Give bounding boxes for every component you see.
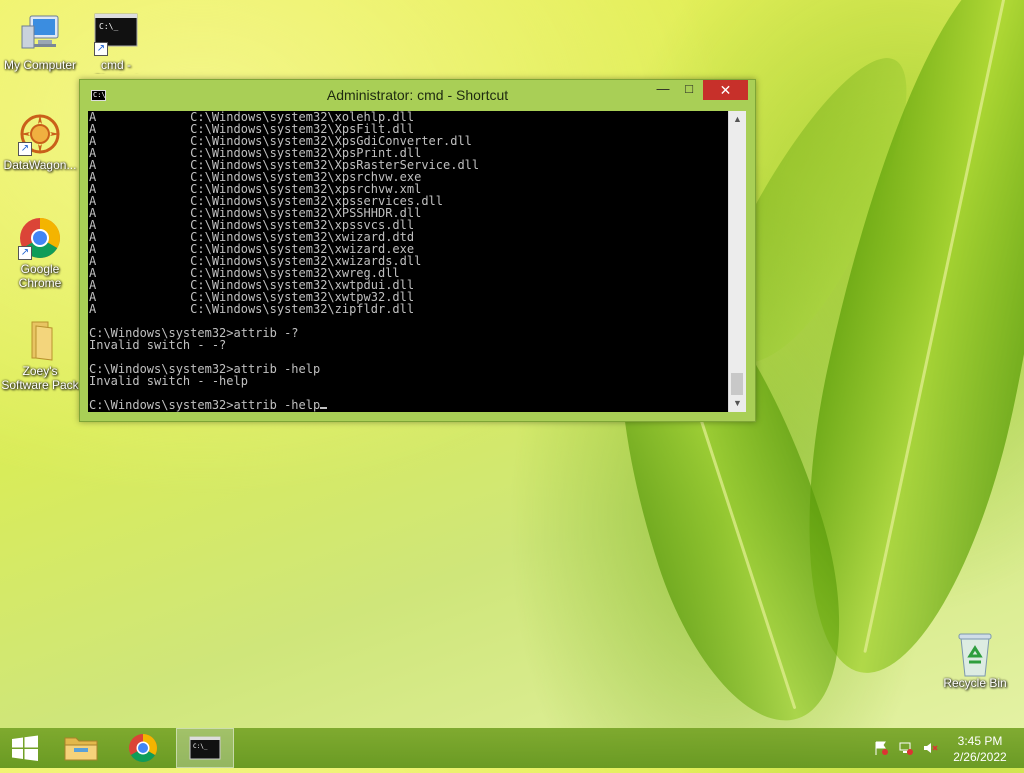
desktop-icon-label: Google Chrome — [18, 262, 62, 290]
svg-text:C:\_: C:\_ — [99, 22, 118, 31]
cmd-window[interactable]: C:\ Administrator: cmd - Shortcut — □ ✕ … — [79, 79, 756, 422]
console-output[interactable]: A C:\Windows\system32\xolehlp.dll A C:\W… — [88, 111, 728, 412]
clock-time: 3:45 PM — [957, 734, 1003, 748]
desktop-icon-google-chrome[interactable]: ↗ Google Chrome — [0, 216, 80, 290]
volume-muted-icon[interactable] — [922, 740, 938, 756]
window-titlebar[interactable]: C:\ Administrator: cmd - Shortcut — □ ✕ — [80, 80, 755, 110]
close-button[interactable]: ✕ — [703, 80, 748, 100]
folder-icon — [18, 318, 62, 362]
file-explorer-icon — [64, 737, 98, 761]
shortcut-arrow-icon: ↗ — [18, 142, 32, 156]
desktop-icon-recycle-bin[interactable]: Recycle Bin — [935, 630, 1015, 690]
windows-logo-icon — [12, 735, 38, 761]
taskbar-clock[interactable]: 3:45 PM 2/26/2022 — [950, 733, 1010, 765]
desktop-icon-my-computer[interactable]: My Computer — [0, 12, 80, 72]
cmd-icon: C:\_ — [189, 736, 221, 760]
taskbar-chrome[interactable] — [118, 728, 168, 768]
network-icon[interactable] — [898, 740, 914, 756]
minimize-button[interactable]: — — [650, 80, 676, 100]
recycle-bin-icon — [953, 630, 997, 677]
taskbar-cmd[interactable]: C:\_ — [176, 728, 234, 768]
desktop-icon-datawagon[interactable]: ↗ DataWagon... — [0, 112, 80, 172]
clock-date: 2/26/2022 — [953, 750, 1007, 764]
start-button[interactable] — [0, 728, 50, 768]
chrome-icon: ↗ — [18, 216, 62, 260]
cmd-icon: C:\_ ↗ — [94, 12, 138, 56]
taskbar-file-explorer[interactable] — [56, 728, 106, 768]
action-center-flag-icon[interactable] — [873, 740, 889, 756]
text-cursor — [320, 407, 328, 409]
console-text: A C:\Windows\system32\xolehlp.dll A C:\W… — [89, 111, 480, 412]
desktop-icon-label: My Computer — [3, 58, 77, 72]
datawagon-icon: ↗ — [18, 112, 62, 156]
scroll-up-arrow-icon[interactable]: ▲ — [729, 111, 746, 128]
scrollbar-thumb[interactable] — [731, 373, 743, 395]
desktop-icon-cmd-shortcut[interactable]: C:\_ ↗ cmd - Shortcut — [76, 12, 156, 74]
maximize-button[interactable]: □ — [676, 80, 702, 100]
desktop-icon-zoeys-software-pack[interactable]: Zoey's Software Pack — [0, 318, 80, 392]
svg-text:C:\_: C:\_ — [193, 743, 208, 750]
desktop-icon-label: Recycle Bin — [943, 676, 1007, 690]
shortcut-arrow-icon: ↗ — [18, 246, 32, 260]
chrome-icon — [129, 734, 157, 762]
desktop-icon-label: cmd - Shortcut — [94, 58, 139, 74]
scroll-down-arrow-icon[interactable]: ▼ — [729, 395, 746, 412]
shortcut-arrow-icon: ↗ — [94, 42, 108, 56]
vertical-scrollbar[interactable]: ▲ ▼ — [728, 111, 746, 412]
desktop-icon-label: Zoey's Software Pack — [1, 364, 79, 392]
taskbar: C:\_ — [0, 728, 1024, 768]
computer-icon — [18, 12, 62, 56]
desktop-icon-label: DataWagon... — [3, 158, 77, 172]
